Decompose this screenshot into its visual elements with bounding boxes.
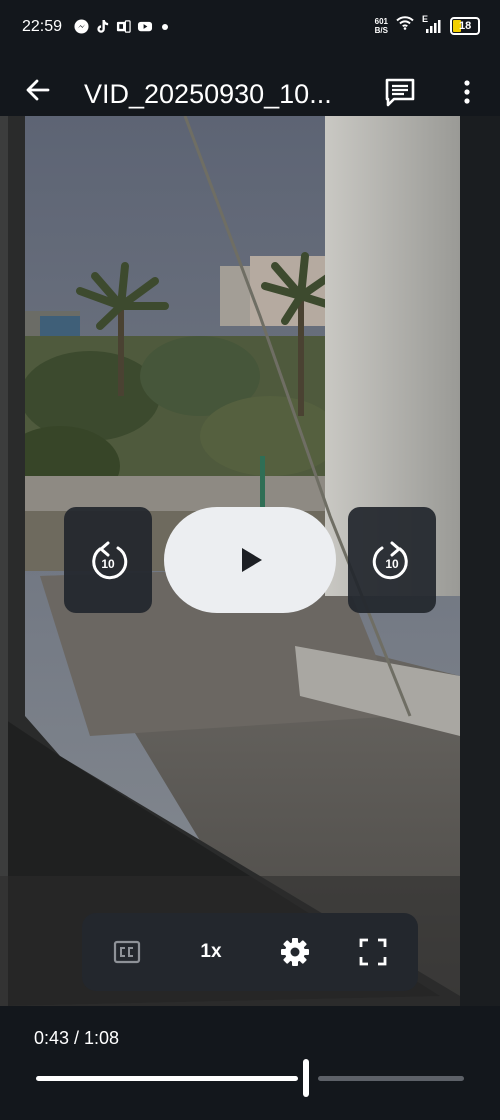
network-speed-unit: B/S <box>374 25 388 35</box>
playback-time: 0:43 / 1:08 <box>34 1028 120 1048</box>
play-icon <box>242 548 262 572</box>
youtube-icon <box>137 19 153 34</box>
forward-seconds-label: 10 <box>385 557 399 571</box>
status-bar: 22:59 601 B/S E 18 <box>0 0 500 56</box>
signal-icon: E <box>422 14 442 34</box>
seek-bar-thumb[interactable] <box>303 1059 309 1097</box>
battery-icon: 18 <box>450 16 480 35</box>
rewind-icon: 10 <box>92 541 128 580</box>
fullscreen-icon[interactable] <box>356 933 390 971</box>
settings-gear-icon[interactable] <box>278 933 312 971</box>
seek-bar[interactable] <box>36 1059 464 1097</box>
network-speed-value: 601 <box>374 16 388 26</box>
messenger-icon <box>74 19 89 34</box>
office-icon <box>116 19 131 34</box>
speed-button[interactable]: 1x <box>186 933 236 971</box>
play-button[interactable] <box>164 507 336 613</box>
rewind-10-button[interactable]: 10 <box>64 507 152 613</box>
forward-icon: 10 <box>372 541 408 580</box>
status-time: 22:59 <box>22 18 63 35</box>
video-title: VID_20250930_10... <box>84 79 332 109</box>
tiktok-icon <box>95 19 110 34</box>
network-speed: 601 B/S <box>375 17 388 35</box>
wifi-icon <box>396 16 414 35</box>
comment-icon[interactable] <box>384 76 416 108</box>
player-toolbar: 1x <box>82 913 418 991</box>
back-arrow-icon[interactable] <box>22 74 54 106</box>
video-edge <box>460 116 500 1006</box>
captions-icon[interactable] <box>110 933 144 971</box>
more-notifications-dot <box>162 23 168 30</box>
rewind-seconds-label: 10 <box>101 557 115 571</box>
status-right: 601 B/S E 18 <box>375 14 480 35</box>
seek-bar-remaining <box>318 1076 464 1081</box>
notification-icons <box>74 19 168 34</box>
more-options-icon[interactable] <box>455 76 479 108</box>
forward-10-button[interactable]: 10 <box>348 507 436 613</box>
app-bar: VID_20250930_10... <box>0 56 500 116</box>
battery-percent: 18 <box>459 19 472 32</box>
seek-bar-played <box>36 1076 298 1081</box>
